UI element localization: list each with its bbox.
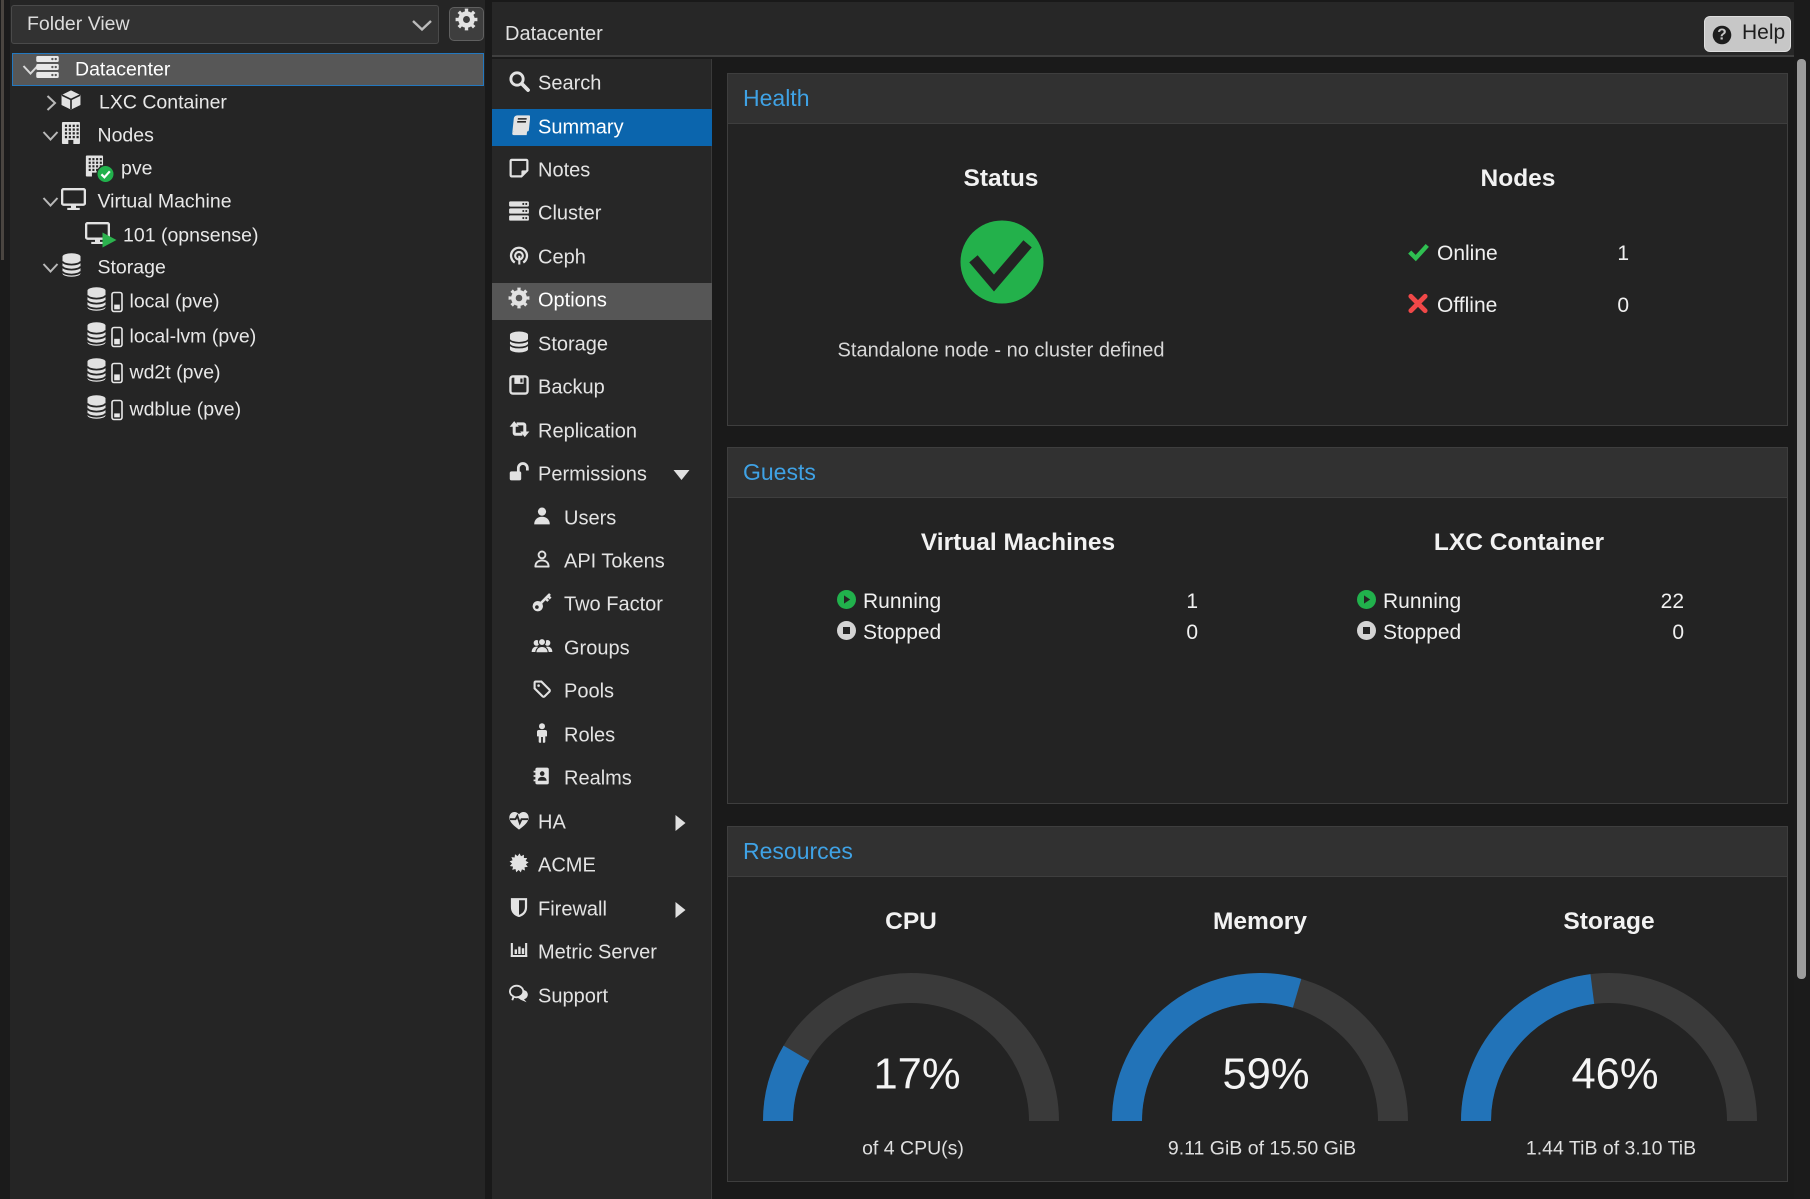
svg-text:?: ? bbox=[1717, 27, 1726, 44]
